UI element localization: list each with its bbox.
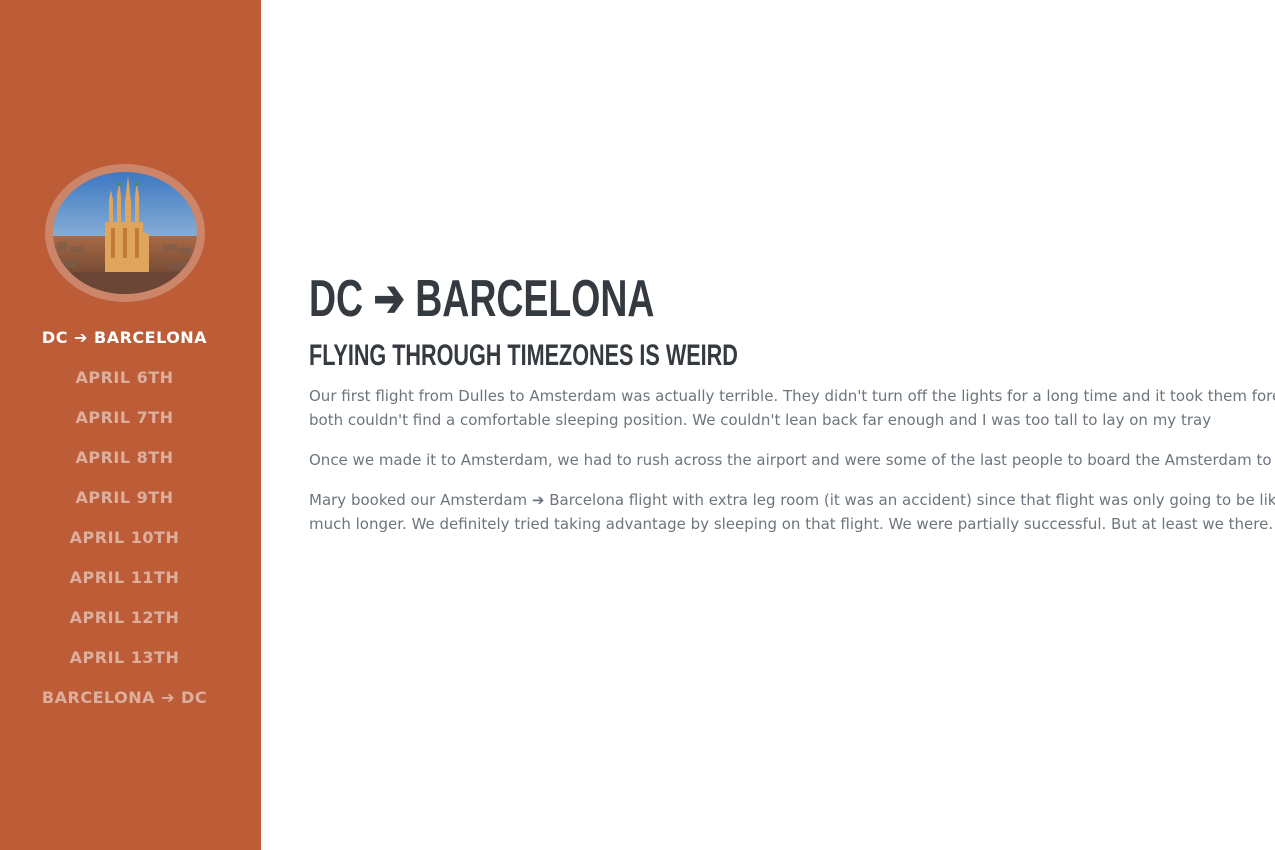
nav-item-april-8th[interactable]: APRIL 8TH — [0, 438, 249, 478]
avatar[interactable] — [45, 164, 205, 302]
nav-item-april-13th[interactable]: APRIL 13TH — [0, 638, 249, 678]
section-subtitle: FLYING THROUGH TIMEZONES IS WEIRD — [309, 339, 738, 372]
section-dc-barcelona: DC ➔ BARCELONA FLYING THROUGH TIMEZONES … — [309, 268, 1275, 552]
paragraph: Our first flight from Dulles to Amsterda… — [309, 387, 1275, 429]
main-content: DC ➔ BARCELONA FLYING THROUGH TIMEZONES … — [261, 0, 1275, 850]
nav-item-barcelona-dc[interactable]: BARCELONA ➔ DC — [0, 678, 249, 718]
paragraph: Once we made it to Amsterdam, we had to … — [309, 451, 1275, 469]
sagrada-familia-photo — [53, 172, 197, 294]
nav-item-april-6th[interactable]: APRIL 6TH — [0, 358, 249, 398]
nav-item-april-11th[interactable]: APRIL 11TH — [0, 558, 249, 598]
nav-item-april-7th[interactable]: APRIL 7TH — [0, 398, 249, 438]
sidebar: DC ➔ BARCELONA APRIL 6TH APRIL 7TH APRIL… — [0, 0, 261, 850]
nav-item-april-12th[interactable]: APRIL 12TH — [0, 598, 249, 638]
paragraph: Mary booked our Amsterdam ➔ Barcelona fl… — [309, 491, 1275, 533]
page-title: DC ➔ BARCELONA — [309, 270, 655, 328]
nav-item-dc-barcelona[interactable]: DC ➔ BARCELONA — [0, 318, 249, 358]
nav-item-april-9th[interactable]: APRIL 9TH — [0, 478, 249, 518]
sidebar-nav: DC ➔ BARCELONA APRIL 6TH APRIL 7TH APRIL… — [0, 318, 249, 718]
nav-item-april-10th[interactable]: APRIL 10TH — [0, 518, 249, 558]
